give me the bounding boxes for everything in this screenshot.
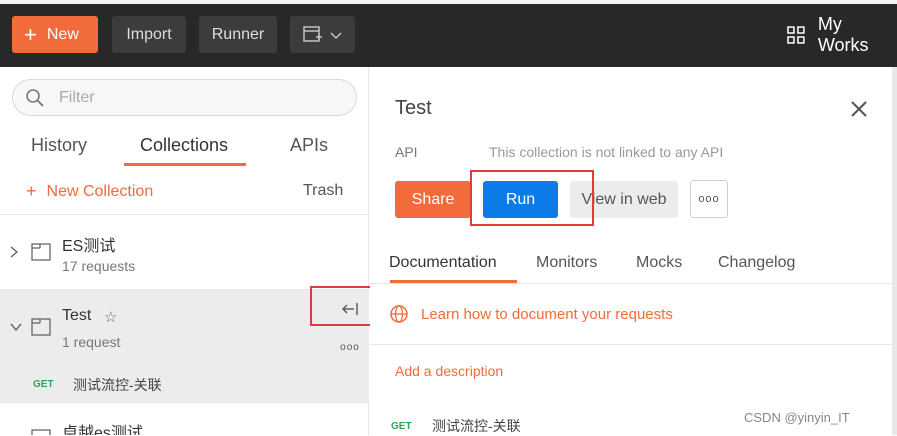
top-bar: + New Import Runner My Works (0, 0, 897, 67)
request-item[interactable]: GET 测试流控-关联 (0, 366, 369, 402)
api-label: API (395, 144, 418, 160)
tab-documentation[interactable]: Documentation (389, 254, 497, 272)
collection-name: Test (62, 307, 92, 324)
method-badge: GET (33, 379, 54, 390)
divider (370, 283, 897, 284)
sidebar-tabs: History Collections APIs (0, 131, 369, 167)
api-link-status: This collection is not linked to any API (489, 144, 724, 160)
filter-placeholder: Filter (59, 88, 95, 106)
import-button[interactable]: Import (112, 16, 186, 53)
import-button-label: Import (126, 25, 172, 43)
tab-apis[interactable]: APIs (290, 135, 328, 156)
more-actions-button[interactable]: ooo (690, 180, 728, 218)
new-button[interactable]: + New (12, 16, 98, 53)
chevron-down-icon[interactable] (9, 322, 23, 332)
collection-item[interactable]: ES测试 17 requests (0, 215, 369, 290)
collection-detail-panel: Test API This collection is not linked t… (370, 67, 897, 435)
chevron-right-icon[interactable] (9, 245, 19, 259)
watermark: CSDN @yinyin_IT (744, 410, 850, 425)
collection-folder-icon (31, 243, 51, 261)
collection-count: 17 requests (62, 258, 136, 274)
new-window-icon (302, 25, 322, 42)
tab-monitors[interactable]: Monitors (536, 254, 597, 272)
new-button-label: New (46, 25, 79, 43)
collection-count: 1 request (62, 334, 121, 350)
scrollbar[interactable] (892, 67, 897, 435)
close-icon[interactable] (849, 99, 869, 119)
collection-name: ES测试 (62, 238, 116, 255)
method-badge: GET (391, 421, 412, 432)
share-button-label: Share (411, 190, 455, 208)
collection-name: 卓越es测试 (62, 425, 143, 435)
runner-button[interactable]: Runner (199, 16, 277, 53)
plus-icon: + (24, 21, 37, 47)
tab-collections[interactable]: Collections (140, 135, 228, 156)
tab-mocks[interactable]: Mocks (636, 254, 682, 272)
more-icon: ooo (340, 342, 360, 353)
trash-button[interactable]: Trash (303, 182, 343, 200)
more-icon: ooo (698, 193, 720, 205)
workspace-switcher[interactable]: My Works (786, 14, 897, 55)
grid-icon (787, 26, 805, 44)
request-name[interactable]: 测试流控-关联 (432, 416, 521, 436)
new-collection-button[interactable]: + New Collection (26, 181, 153, 202)
workspace-label: My Works (817, 14, 869, 55)
search-icon (26, 88, 44, 107)
add-description-link[interactable]: Add a description (395, 363, 503, 379)
page-title: Test (395, 97, 432, 119)
filter-input[interactable]: Filter (12, 79, 357, 116)
tab-history[interactable]: History (31, 135, 87, 156)
collection-item[interactable]: 卓越es测试 (0, 403, 369, 435)
globe-icon (390, 305, 408, 323)
request-name: 测试流控-关联 (73, 377, 162, 393)
runner-button-label: Runner (211, 25, 265, 43)
plus-icon: + (26, 181, 37, 201)
active-tab-indicator (124, 163, 246, 166)
learn-docs-label: Learn how to document your requests (421, 305, 673, 323)
new-collection-label: New Collection (46, 182, 154, 200)
tab-changelog[interactable]: Changelog (718, 254, 795, 272)
top-edge (0, 0, 897, 4)
collection-more-button[interactable]: ooo (331, 329, 369, 366)
sidebar: Filter History Collections APIs + New Co… (0, 67, 369, 435)
divider (370, 344, 897, 345)
share-button[interactable]: Share (395, 181, 471, 218)
chevron-down-icon (330, 32, 341, 39)
collection-folder-icon (31, 429, 51, 435)
collection-folder-icon (31, 318, 51, 336)
star-icon[interactable]: ☆ (104, 308, 117, 326)
new-window-dropdown[interactable] (290, 16, 355, 53)
highlight-box (470, 170, 594, 226)
learn-docs-link[interactable]: Learn how to document your requests (389, 304, 673, 324)
view-in-web-label: View in web (581, 190, 667, 208)
